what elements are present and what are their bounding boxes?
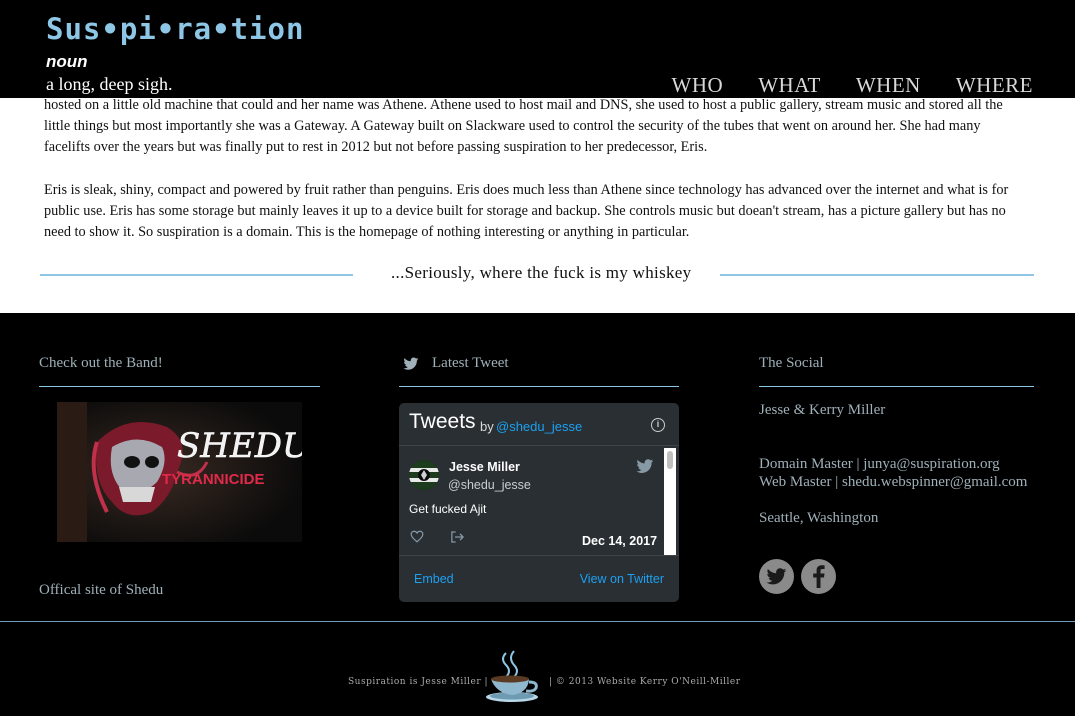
coffee-cup-logo-icon[interactable] (484, 649, 540, 703)
like-heart-icon[interactable] (410, 530, 424, 543)
band-caption-link[interactable]: Offical site of Shedu (39, 582, 163, 599)
nav-when[interactable]: WHEN (856, 73, 921, 98)
divider-line-right (720, 274, 1034, 276)
scrollbar-thumb[interactable] (667, 451, 673, 469)
view-on-twitter-link[interactable]: View on Twitter (580, 572, 664, 586)
part-of-speech: noun (46, 52, 88, 71)
widget-scrollbar[interactable] (664, 448, 676, 556)
widget-footer: Embed View on Twitter (399, 555, 679, 602)
whiskey-quote: ...Seriously, where the fuck is my whisk… (391, 263, 692, 282)
tweet-column-rule (399, 386, 679, 387)
main-nav: WHO WHAT WHEN WHERE (672, 73, 1033, 98)
nav-what[interactable]: WHAT (758, 73, 821, 98)
social-column-rule (759, 386, 1034, 387)
twitter-timeline-widget: Tweets by @shedu_jesse i Jesse Miller @s… (399, 403, 679, 602)
widget-header: Tweets by @shedu_jesse i (399, 403, 679, 446)
widget-title: Tweets (409, 410, 476, 433)
svg-text:TYRANNICIDE: TYRANNICIDE (162, 471, 265, 488)
tweet-author-handle[interactable]: @shedu_jesse (448, 478, 531, 492)
intro-paragraph-athene: hosted on a little old machine that coul… (44, 97, 1003, 155)
location-text: Seattle, Washington (759, 510, 879, 526)
band-column-title: Check out the Band! (39, 355, 163, 371)
footer-bottom-rule (0, 621, 1075, 622)
quote-divider: ...Seriously, where the fuck is my whisk… (40, 263, 1034, 285)
tweet-twitter-icon[interactable] (636, 459, 654, 474)
tweet-date[interactable]: Dec 14, 2017 (582, 534, 657, 548)
definition: a long, deep sigh. (46, 74, 173, 94)
tweet-column-title: Latest Tweet (432, 355, 509, 371)
info-icon[interactable]: i (651, 418, 665, 432)
site-footer: Check out the Band! SHEDU TYRANNICIDE Of… (0, 313, 1075, 716)
main-content: hosted on a little old machine that coul… (0, 97, 1075, 313)
band-column-rule (39, 386, 320, 387)
divider-line-left (40, 274, 353, 276)
avatar[interactable] (409, 460, 439, 490)
web-master-contact[interactable]: Web Master | shedu.webspinner@gmail.com (759, 474, 1027, 491)
tweet-author-name[interactable]: Jesse Miller (449, 460, 520, 474)
band-logo-image[interactable]: SHEDU TYRANNICIDE (57, 402, 302, 542)
social-column-title: The Social (759, 355, 824, 371)
widget-by-label: by (480, 419, 494, 434)
facebook-icon[interactable] (801, 559, 836, 594)
intro-paragraph-eris: Eris is sleak, shiny, compact and powere… (44, 182, 1009, 240)
svg-text:SHEDU: SHEDU (177, 426, 302, 466)
site-header: Sus•pi•ra•tion noun a long, deep sigh. W… (0, 0, 1075, 98)
nav-who[interactable]: WHO (672, 73, 724, 98)
owner-names: Jesse & Kerry Miller (759, 402, 886, 418)
domain-master-contact[interactable]: Domain Master | junya@suspiration.org (759, 456, 1000, 473)
credit-website: | © 2013 Website Kerry O'Neill-Miller (549, 677, 741, 687)
tweet-text: Get fucked Ajit (409, 502, 487, 516)
shedu-logo-art: SHEDU TYRANNICIDE (57, 402, 302, 542)
share-icon[interactable] (450, 530, 465, 544)
twitter-bird-icon (403, 357, 419, 370)
embed-link[interactable]: Embed (414, 572, 454, 586)
site-title[interactable]: Sus•pi•ra•tion (46, 12, 304, 46)
twitter-icon[interactable] (759, 559, 794, 594)
widget-handle-link[interactable]: @shedu_jesse (496, 419, 582, 434)
credit-owner: Suspiration is Jesse Miller | (348, 677, 489, 687)
nav-where[interactable]: WHERE (956, 73, 1033, 98)
footer-credits: Suspiration is Jesse Miller | | © 2013 W… (0, 648, 1075, 708)
